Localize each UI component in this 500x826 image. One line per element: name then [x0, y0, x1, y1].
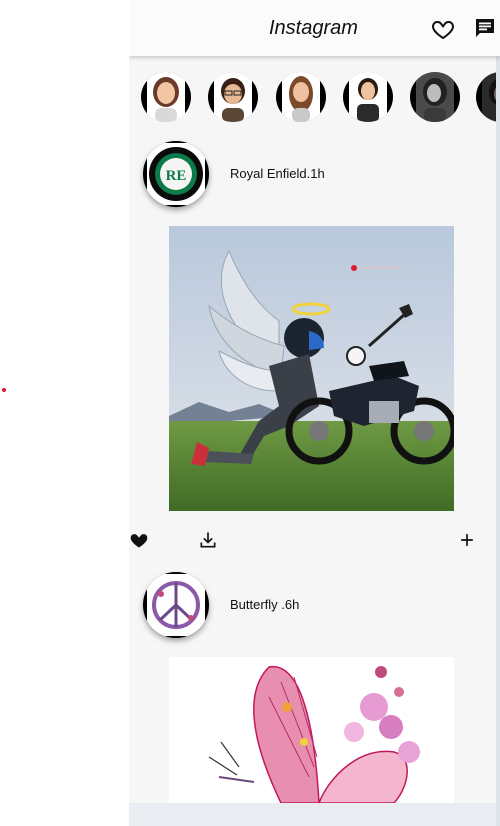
download-icon[interactable]: [198, 530, 218, 550]
scrollbar[interactable]: [496, 0, 500, 826]
heart-filled-icon[interactable]: [129, 530, 149, 550]
butterfly-flowers-image: [169, 657, 454, 803]
post-actions: [129, 530, 500, 554]
svg-text:RE: RE: [166, 168, 187, 184]
heart-outline-icon[interactable]: [431, 17, 455, 41]
post-header: RE Royal Enfield.1h: [129, 141, 500, 211]
story-avatar[interactable]: [276, 72, 326, 122]
post-image[interactable]: [169, 657, 454, 803]
chat-bubble-icon[interactable]: [473, 16, 497, 40]
post-image[interactable]: [169, 226, 454, 511]
post-username[interactable]: Royal Enfield.1h: [230, 166, 325, 181]
motorcycle-angel-image: [169, 226, 454, 511]
story-avatar[interactable]: [208, 72, 258, 122]
post-header: Butterfly .6h: [129, 572, 500, 642]
post-avatar[interactable]: RE: [143, 141, 209, 207]
bottom-bar: [129, 803, 500, 826]
bitmoji-avatar: [214, 72, 252, 122]
app-bar: Instagram: [129, 0, 500, 56]
phone-screen: Instagram RE Royal Enfield.1h Butterfly …: [129, 0, 500, 826]
royal-enfield-logo: RE: [147, 143, 205, 205]
story-avatar[interactable]: [343, 72, 393, 122]
plus-icon[interactable]: [457, 530, 477, 550]
bitmoji-avatar: [416, 72, 454, 122]
peace-butterfly-logo: [147, 574, 205, 636]
bitmoji-avatar: [147, 72, 185, 122]
story-avatar[interactable]: [141, 72, 191, 122]
post-avatar[interactable]: [143, 572, 209, 638]
post-username[interactable]: Butterfly .6h: [230, 597, 299, 612]
bitmoji-avatar: [349, 72, 387, 122]
story-avatar[interactable]: [410, 72, 460, 122]
app-title: Instagram: [269, 17, 358, 39]
stories-row: [129, 68, 500, 128]
stray-red-dot: [2, 388, 6, 392]
bitmoji-avatar: [282, 72, 320, 122]
